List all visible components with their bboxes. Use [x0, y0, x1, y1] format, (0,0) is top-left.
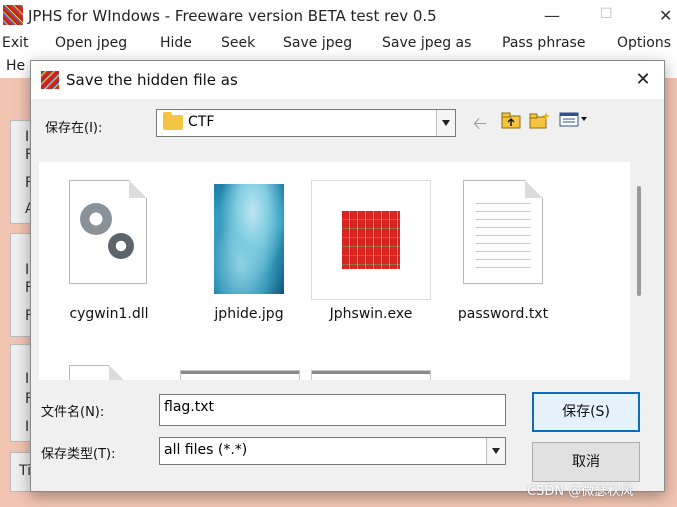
app-icon — [3, 5, 23, 25]
menubar: Exit Open jpeg Hide Seek Save jpeg Save … — [0, 32, 677, 56]
back-arrow-icon[interactable]: 🡠 — [473, 111, 487, 140]
save-button[interactable]: 保存(S) — [532, 392, 640, 432]
filetype-value: all files (*.*) — [164, 442, 248, 458]
save-in-label: 保存在(I): — [45, 121, 103, 136]
menu-hide[interactable]: Hide — [160, 35, 192, 51]
file-name: jphide.jpg — [214, 306, 284, 322]
minimize-icon[interactable]: — — [544, 6, 560, 25]
menu-seek[interactable]: Seek — [221, 35, 255, 51]
save-in-combo[interactable]: CTF — [156, 109, 456, 137]
file-name: Jphswin.exe — [329, 306, 413, 322]
up-folder-icon[interactable] — [501, 111, 521, 134]
view-menu-icon[interactable] — [559, 111, 589, 132]
menu-save-jpeg[interactable]: Save jpeg — [283, 35, 352, 51]
dialog-title: Save the hidden file as — [66, 71, 238, 89]
partial-file-icon[interactable] — [69, 365, 127, 380]
menu-help[interactable]: He — [6, 58, 25, 74]
menu-save-jpeg-as[interactable]: Save jpeg as — [382, 35, 471, 51]
file-name: password.txt — [457, 306, 549, 322]
text-file-icon — [463, 180, 543, 284]
exe-icon — [342, 211, 400, 269]
new-folder-icon[interactable] — [529, 111, 551, 134]
dialog-titlebar: Save the hidden file as ✕ — [31, 61, 664, 99]
save-dialog: Save the hidden file as ✕ 保存在(I): CTF 🡠 … — [30, 60, 665, 492]
file-item-password-txt[interactable]: password.txt — [443, 172, 563, 332]
filename-field[interactable]: flag.txt — [159, 394, 506, 426]
filename-value: flag.txt — [164, 399, 214, 415]
menu-exit[interactable]: Exit — [2, 35, 29, 51]
partial-image-icon[interactable] — [180, 370, 300, 380]
file-item-jphide-jpg[interactable]: jphide.jpg — [189, 172, 309, 332]
jpeg-thumbnail — [214, 184, 284, 294]
maximize-icon[interactable]: ☐ — [600, 6, 613, 22]
dialog-app-icon — [41, 71, 59, 89]
menubar-row2: He — [0, 56, 30, 78]
save-in-value: CTF — [188, 114, 215, 130]
filetype-label: 保存类型(T): — [41, 447, 116, 462]
chevron-down-icon[interactable] — [436, 110, 455, 136]
file-item-cygwin1-dll[interactable]: cygwin1.dll — [61, 172, 181, 332]
scrollbar[interactable] — [637, 186, 641, 296]
folder-icon — [163, 112, 183, 130]
file-list[interactable]: cygwin1.dll jphide.jpg Jphswin.exe passw… — [39, 162, 630, 380]
app-titlebar: JPHS for WIndows - Freeware version BETA… — [0, 0, 677, 32]
menu-pass-phrase[interactable]: Pass phrase — [502, 35, 585, 51]
watermark: CSDN @微瑟秋风 — [527, 484, 634, 499]
file-item-jphswin-exe[interactable]: Jphswin.exe — [311, 172, 431, 332]
filename-label: 文件名(N): — [41, 405, 105, 420]
cancel-button[interactable]: 取消 — [532, 442, 640, 482]
menu-open-jpeg[interactable]: Open jpeg — [55, 35, 127, 51]
close-icon[interactable]: ✕ — [659, 6, 672, 25]
chevron-down-icon[interactable] — [486, 438, 505, 464]
dialog-close-icon[interactable]: ✕ — [631, 68, 655, 92]
dll-gear-icon — [69, 180, 147, 284]
menu-options[interactable]: Options — [617, 35, 671, 51]
app-title: JPHS for WIndows - Freeware version BETA… — [28, 7, 437, 25]
partial-image-icon[interactable] — [311, 370, 431, 380]
file-name: cygwin1.dll — [69, 306, 149, 322]
filetype-select[interactable]: all files (*.*) — [159, 437, 506, 465]
